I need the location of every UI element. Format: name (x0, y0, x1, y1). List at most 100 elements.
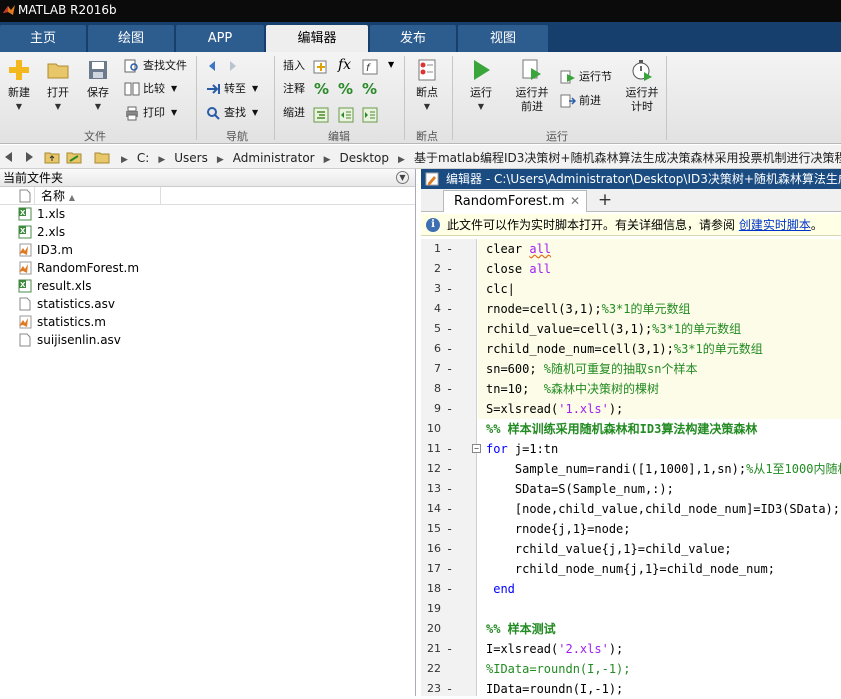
back-arrow-icon[interactable] (2, 149, 18, 165)
back-forward-buttons[interactable] (205, 57, 243, 75)
tab-editor[interactable]: 编辑器 (266, 25, 368, 52)
name-column-header[interactable]: 名称 ▲ (41, 187, 75, 207)
fold-toggle-icon[interactable]: − (472, 444, 481, 453)
create-live-script-link[interactable]: 创建实时脚本 (739, 218, 811, 232)
code-line[interactable]: 2- close all (421, 259, 841, 279)
run-button[interactable]: 运行 ▼ (464, 58, 498, 111)
file-list-item[interactable]: Xresult.xls (0, 277, 415, 295)
breadcrumb-item-desktop[interactable]: Desktop (340, 151, 390, 165)
indent-increase-icon[interactable] (338, 107, 354, 123)
breakpoint-marker[interactable]: - (446, 519, 453, 539)
breakpoint-marker[interactable]: - (446, 399, 453, 419)
panel-menu-icon[interactable]: ▼ (396, 171, 409, 184)
file-type-column[interactable] (0, 187, 35, 205)
breadcrumb-item-project[interactable]: 基于matlab编程ID3决策树+随机森林算法生成决策森林采用投票机制进行决策程… (414, 151, 841, 165)
advance-button[interactable]: 前进 (560, 92, 601, 110)
browse-folder-icon[interactable] (66, 149, 82, 165)
breakpoint-marker[interactable]: - (446, 499, 453, 519)
open-button[interactable]: 打开 ▼ (42, 58, 74, 111)
forward-arrow-icon[interactable] (20, 149, 36, 165)
breadcrumb-item-users[interactable]: Users (174, 151, 208, 165)
run-and-advance-button[interactable]: 运行并 前进 (510, 58, 554, 114)
code-line[interactable]: 17- rchild_node_num{j,1}=child_node_num; (421, 559, 841, 579)
chevron-down-icon[interactable]: ▼ (388, 60, 394, 69)
breakpoint-marker[interactable]: - (446, 239, 453, 259)
file-list-item[interactable]: suijisenlin.asv (0, 331, 415, 349)
breadcrumb-item-drive[interactable]: C: (137, 151, 149, 165)
editor-tab-randomforest[interactable]: RandomForest.m ✕ (443, 190, 587, 212)
code-line[interactable]: 13- SData=S(Sample_num,:); (421, 479, 841, 499)
code-line[interactable]: 12- Sample_num=randi([1,1000],1,sn);%从1至… (421, 459, 841, 479)
insert-function-icon[interactable]: f (362, 59, 378, 75)
breakpoint-marker[interactable]: - (446, 379, 453, 399)
file-list-item[interactable]: statistics.asv (0, 295, 415, 313)
breakpoint-marker[interactable]: - (446, 439, 453, 459)
indent-button[interactable]: 缩进 (283, 104, 305, 122)
insert-section-icon[interactable] (313, 59, 329, 75)
smart-indent-icon[interactable] (313, 107, 329, 123)
breakpoints-button[interactable]: 断点 ▼ (412, 58, 442, 111)
code-line[interactable]: 14- [node,child_value,child_node_num]=ID… (421, 499, 841, 519)
comment-button[interactable]: 注释 (283, 80, 305, 98)
breakpoint-marker[interactable]: - (446, 259, 453, 279)
compare-button[interactable]: 比较 ▼ (124, 80, 177, 98)
up-folder-icon[interactable] (44, 149, 60, 165)
breakpoint-marker[interactable]: - (446, 479, 453, 499)
breakpoint-marker[interactable]: - (446, 339, 453, 359)
file-list-item[interactable]: statistics.m (0, 313, 415, 331)
column-divider[interactable] (160, 187, 161, 205)
tab-home[interactable]: 主页 (0, 25, 86, 52)
save-button[interactable]: 保存 ▼ (82, 58, 114, 111)
code-line[interactable]: 1- clear all (421, 239, 841, 259)
new-button[interactable]: 新建 ▼ (4, 58, 34, 111)
file-list-item[interactable]: RandomForest.m (0, 259, 415, 277)
goto-button[interactable]: 转至 ▼ (205, 80, 258, 98)
code-line[interactable]: 3- clc| (421, 279, 841, 299)
code-line[interactable]: 16- rchild_value{j,1}=child_value; (421, 539, 841, 559)
breakpoint-marker[interactable]: - (446, 679, 453, 699)
file-list-item[interactable]: ID3.m (0, 241, 415, 259)
code-line[interactable]: 4- rnode=cell(3,1);%3*1的单元数组 (421, 299, 841, 319)
percent-comment-icon[interactable]: % (314, 80, 329, 98)
breakpoint-marker[interactable]: - (446, 299, 453, 319)
breakpoint-marker[interactable]: - (446, 639, 453, 659)
breakpoint-marker[interactable]: - (446, 579, 453, 599)
code-line[interactable]: 18- end (421, 579, 841, 599)
tab-view[interactable]: 视图 (458, 25, 548, 52)
breakpoint-marker[interactable]: - (446, 279, 453, 299)
breakpoint-marker[interactable]: - (446, 319, 453, 339)
breakpoint-marker[interactable]: - (446, 539, 453, 559)
breakpoint-marker[interactable]: - (446, 359, 453, 379)
code-line[interactable]: 9- S=xlsread('1.xls'); (421, 399, 841, 419)
code-line[interactable]: 20 %% 样本测试 (421, 619, 841, 639)
code-line[interactable]: 10 %% 样本训练采用随机森林和ID3算法构建决策森林 (421, 419, 841, 439)
file-list-item[interactable]: X 2.xls (0, 223, 415, 241)
code-line[interactable]: 7- sn=600; %随机可重复的抽取sn个样本 (421, 359, 841, 379)
insert-button[interactable]: 插入 (283, 57, 305, 75)
percent-uncomment-icon[interactable]: % (362, 80, 377, 98)
code-line[interactable]: 6- rchild_node_num=cell(3,1);%3*1的单元数组 (421, 339, 841, 359)
find-files-button[interactable]: 查找文件 (124, 57, 187, 75)
code-line[interactable]: 5- rchild_value=cell(3,1);%3*1的单元数组 (421, 319, 841, 339)
breakpoint-marker[interactable]: - (446, 459, 453, 479)
code-line[interactable]: 23- IData=roundn(I,-1); (421, 679, 841, 699)
close-icon[interactable]: ✕ (570, 191, 580, 212)
percent-wrap-icon[interactable]: % (338, 80, 353, 98)
file-list-item[interactable]: X 1.xls (0, 205, 415, 223)
code-line[interactable]: 21- I=xlsread('2.xls'); (421, 639, 841, 659)
run-and-time-button[interactable]: 运行并 计时 (622, 58, 662, 114)
code-line[interactable]: 22 %IData=roundn(I,-1); (421, 659, 841, 679)
tab-plots[interactable]: 绘图 (88, 25, 174, 52)
code-line[interactable]: 11- − for j=1:tn (421, 439, 841, 459)
run-section-button[interactable]: 运行节 (560, 68, 612, 86)
breadcrumb-item-administrator[interactable]: Administrator (233, 151, 315, 165)
tab-apps[interactable]: APP (176, 25, 264, 52)
code-line[interactable]: 8- tn=10; %森林中决策树的棵树 (421, 379, 841, 399)
print-button[interactable]: 打印 ▼ (124, 104, 177, 122)
tab-publish[interactable]: 发布 (370, 25, 456, 52)
breakpoint-marker[interactable]: - (446, 559, 453, 579)
find-button[interactable]: 查找 ▼ (205, 104, 258, 122)
code-line[interactable]: 15- rnode{j,1}=node; (421, 519, 841, 539)
code-line[interactable]: 19 (421, 599, 841, 619)
code-area[interactable]: 1- clear all 2- close all 3- clc| 4- rnode=cell… (421, 239, 841, 696)
